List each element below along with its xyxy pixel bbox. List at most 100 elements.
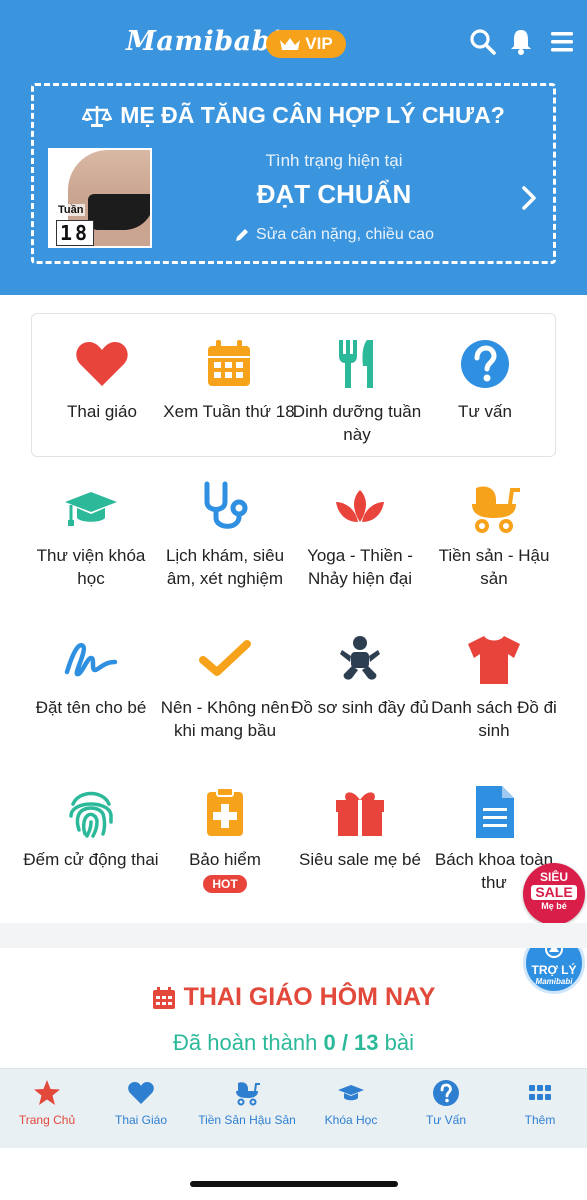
question-icon xyxy=(461,340,509,388)
header: Mamibabi VIP MẸ ĐÃ TĂNG CÂN HỢP LÝ CHƯA?… xyxy=(0,0,587,295)
signature-icon xyxy=(64,642,118,677)
feature-label: Thư viện khóa học xyxy=(36,546,146,588)
today-section-title: THAI GIÁO HÔM NAY xyxy=(0,983,587,1012)
hot-badge: HOT xyxy=(203,875,247,893)
feature-label: Bảo hiểm xyxy=(189,850,261,869)
sale-line1: SIÊU xyxy=(539,870,568,884)
feature-label: Nên - Không nên khi mang bầu xyxy=(160,698,290,740)
quick-week-view[interactable]: Xem Tuần thứ 18 xyxy=(159,336,299,423)
home-indicator xyxy=(190,1181,398,1187)
utensils-icon xyxy=(339,340,373,388)
feature-label: Đếm cử động thai xyxy=(23,850,159,869)
shirt-icon xyxy=(468,636,520,684)
pencil-icon xyxy=(236,229,249,241)
bell-icon[interactable] xyxy=(507,28,535,56)
quick-thai-giao[interactable]: Thai giáo xyxy=(32,336,172,423)
calendar-icon xyxy=(152,986,175,1009)
feature-dos-donts[interactable]: Nên - Không nên khi mang bầu xyxy=(155,632,295,742)
nav-label: Trang Chủ xyxy=(18,1113,76,1127)
feature-yoga[interactable]: Yoga - Thiền - Nhảy hiện đại xyxy=(290,480,430,590)
lotus-icon xyxy=(336,490,384,522)
feature-label: Đặt tên cho bé xyxy=(35,698,147,717)
bottom-navigation: Trang Chủ Thai Giáo Tiền Sản Hậu Sản Khó… xyxy=(0,1068,587,1148)
feature-newborn-items[interactable]: Đồ sơ sinh đầy đủ xyxy=(290,632,430,719)
graduation-cap-icon xyxy=(338,1085,364,1101)
feature-baby-name[interactable]: Đặt tên cho bé xyxy=(21,632,161,719)
week-number: 18 xyxy=(56,220,95,246)
feature-label: Yoga - Thiền - Nhảy hiện đại xyxy=(307,546,413,588)
gift-icon xyxy=(336,792,384,836)
week-label: Tuần xyxy=(56,204,86,216)
quick-label: Tư vấn xyxy=(458,402,512,421)
stethoscope-icon xyxy=(204,481,248,529)
graduation-cap-icon xyxy=(65,492,117,526)
feature-super-sale[interactable]: Siêu sale mẹ bé xyxy=(290,784,430,871)
medical-clipboard-icon xyxy=(207,787,243,836)
quick-label: Dinh dưỡng tuần này xyxy=(292,402,422,444)
weight-card-title: MẸ ĐÃ TĂNG CÂN HỢP LÝ CHƯA? xyxy=(34,102,553,129)
feature-prenatal-postnatal[interactable]: Tiền sản - Hậu sản xyxy=(424,480,564,590)
weight-status-card[interactable]: MẸ ĐÃ TĂNG CÂN HỢP LÝ CHƯA? Tuần 18 Tình… xyxy=(31,83,556,264)
feature-label: Lịch khám, siêu âm, xét nghiệm xyxy=(165,546,285,588)
stroller-icon xyxy=(472,486,520,533)
feature-checkups[interactable]: Lịch khám, siêu âm, xét nghiệm xyxy=(155,480,295,590)
document-icon xyxy=(476,786,514,838)
today-progress: Đã hoàn thành 0 / 13 bài xyxy=(0,1030,587,1056)
heart-icon xyxy=(76,342,128,386)
grid-icon xyxy=(529,1085,551,1100)
top-bar: Mamibabi VIP xyxy=(0,24,587,64)
nav-consult[interactable]: Tư Vấn xyxy=(411,1079,481,1127)
belly-photo: Tuần 18 xyxy=(48,148,152,248)
app-logo[interactable]: Mamibabi xyxy=(126,26,282,57)
check-icon xyxy=(199,640,251,676)
edit-weight-link[interactable]: Sửa cân nặng, chiều cao xyxy=(184,226,484,244)
weight-card-title-text: MẸ ĐÃ TĂNG CÂN HỢP LÝ CHƯA? xyxy=(120,102,505,128)
nav-label: Tiền Sản Hậu Sản xyxy=(198,1113,296,1127)
stroller-icon xyxy=(236,1082,260,1106)
nav-label: Thêm xyxy=(524,1113,556,1127)
vip-label: VIP xyxy=(305,34,333,53)
nav-home[interactable]: Trang Chủ xyxy=(12,1079,82,1127)
nav-prenatal[interactable]: Tiền Sản Hậu Sản xyxy=(192,1079,302,1127)
chevron-right-icon[interactable] xyxy=(519,184,539,212)
nav-more[interactable]: Thêm xyxy=(505,1079,575,1127)
quick-label: Thai giáo xyxy=(67,402,137,421)
status-value: ĐẠT CHUẨN xyxy=(256,179,412,209)
feature-kick-counter[interactable]: Đếm cử động thai xyxy=(21,784,161,871)
heart-icon xyxy=(128,1082,154,1104)
vip-badge[interactable]: VIP xyxy=(266,30,346,58)
progress-prefix: Đã hoàn thành xyxy=(173,1030,318,1055)
star-icon xyxy=(34,1080,60,1105)
nav-label: Tư Vấn xyxy=(425,1113,467,1127)
scale-icon xyxy=(82,105,113,127)
menu-icon[interactable] xyxy=(549,28,577,56)
super-sale-floating-button[interactable]: SIÊU SALE Mẹ bé xyxy=(523,863,585,925)
nav-thai-giao[interactable]: Thai Giáo xyxy=(106,1079,176,1127)
feature-course-library[interactable]: Thư viện khóa học xyxy=(21,480,161,590)
sale-line3: Mẹ bé xyxy=(541,901,567,911)
status-label: Tình trạng hiện tại xyxy=(265,151,403,170)
crown-icon xyxy=(280,38,301,50)
feature-hospital-bag[interactable]: Danh sách Đồ đi sinh xyxy=(424,632,564,742)
question-icon xyxy=(433,1080,459,1106)
quick-consult[interactable]: Tư vấn xyxy=(415,336,555,423)
feature-insurance[interactable]: Bảo hiểm HOT xyxy=(155,784,295,894)
sale-line2: SALE xyxy=(531,885,577,900)
fingerprint-icon xyxy=(69,791,113,838)
quick-nutrition[interactable]: Dinh dưỡng tuần này xyxy=(287,336,427,446)
nav-label: Thai Giáo xyxy=(114,1113,168,1127)
calendar-icon xyxy=(208,340,250,386)
nav-label: Khóa Học xyxy=(324,1113,378,1127)
today-title-text: THAI GIÁO HÔM NAY xyxy=(183,983,436,1011)
feature-label: Danh sách Đồ đi sinh xyxy=(431,698,557,740)
feature-label: Siêu sale mẹ bé xyxy=(299,850,421,869)
progress-suffix: bài xyxy=(384,1030,414,1055)
baby-icon xyxy=(340,636,380,680)
edit-weight-label: Sửa cân nặng, chiều cao xyxy=(256,226,434,243)
nav-courses[interactable]: Khóa Học xyxy=(316,1079,386,1127)
quick-label: Xem Tuần thứ 18 xyxy=(163,402,295,421)
progress-value: 0 / 13 xyxy=(323,1030,379,1055)
feature-label: Tiền sản - Hậu sản xyxy=(438,546,550,588)
search-icon[interactable] xyxy=(469,28,497,56)
section-divider xyxy=(0,923,587,948)
